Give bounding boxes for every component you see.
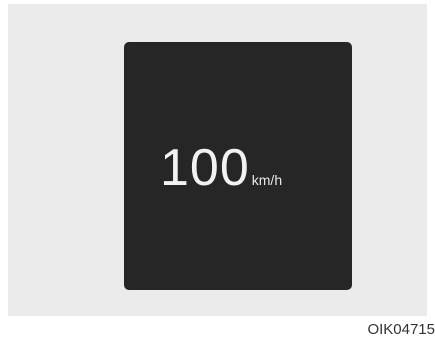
figure-code: OIK04715 (367, 321, 435, 338)
speed-value: 100 (160, 139, 250, 197)
speed-unit: km/h (251, 172, 283, 188)
cluster-display: 100 km/h (124, 42, 352, 290)
illustration-panel: 100 km/h (8, 4, 427, 316)
speed-readout: 100 km/h (160, 142, 282, 194)
